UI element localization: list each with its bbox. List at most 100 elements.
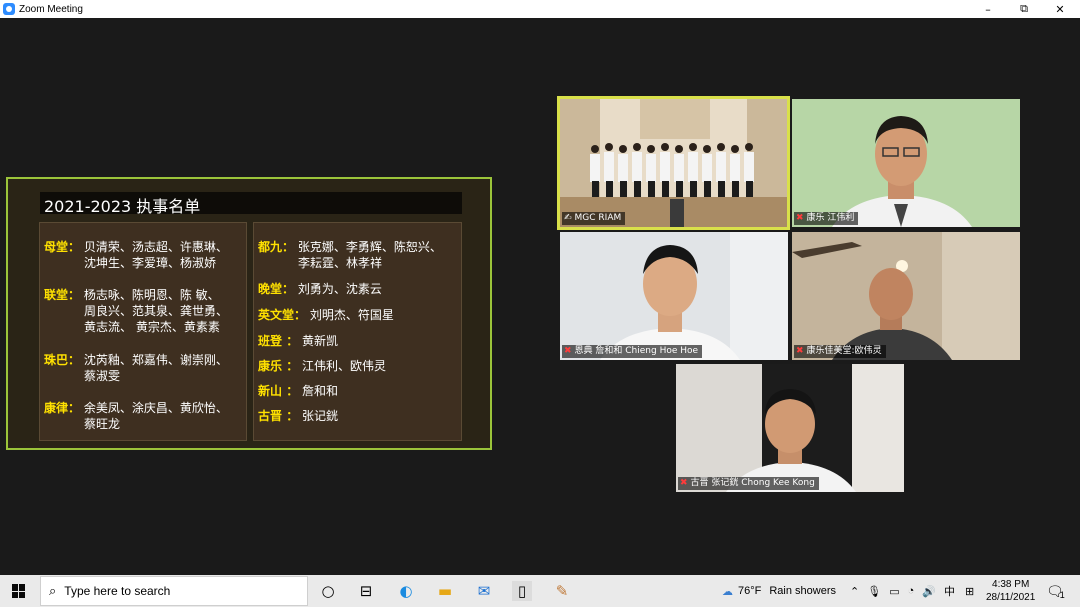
entry-line: 沈芮釉、郑嘉伟、谢崇刚、: [83, 353, 228, 367]
microphone-icon[interactable]: 🎙: [867, 585, 881, 598]
file-explorer-icon[interactable]: ▬: [435, 581, 455, 601]
shared-slide: 2021-2023 执事名单 母堂： 贝清荣、汤志超、许惠琳、 沈坤生、李爱璋、…: [6, 177, 492, 450]
video-tile-participant-3[interactable]: ✖ 恩典 詹和和 Chieng Hoe Hoe: [560, 232, 788, 360]
entry-sep: ：: [282, 359, 299, 373]
video-feed-person: [676, 364, 904, 492]
slide-heading-bar: 2021-2023 执事名单: [40, 192, 462, 216]
entry-key: 英文堂: [258, 308, 295, 322]
close-button[interactable]: ✕: [1042, 0, 1078, 18]
paint-icon[interactable]: ✎: [552, 581, 572, 601]
volume-icon[interactable]: 🔊: [922, 585, 936, 598]
search-placeholder: Type here to search: [64, 584, 171, 598]
entry-line: 黄新凯: [302, 334, 339, 348]
entry-sep: ：: [282, 282, 295, 296]
ime-indicator[interactable]: 中: [944, 583, 955, 599]
notepad-icon[interactable]: ▯: [512, 581, 532, 601]
taskbar-search-box[interactable]: ⌕ Type here to search: [40, 576, 308, 606]
zoom-logo-icon: [3, 3, 15, 15]
entry-key: 康乐: [258, 359, 283, 373]
entry-line: 黄志流、 黄宗杰、黄素素: [84, 320, 220, 334]
entry-key: 联堂: [44, 288, 69, 302]
participant-name: 恩典 詹和和 Chieng Hoe Hoe: [574, 346, 699, 356]
slide-entry: 联堂： 杨志咏、陈明恩、陈 敏、 周良兴、范其泉、龚世勇、 黄志流、 黄宗杰、黄…: [44, 287, 228, 335]
slide-entry: 珠巴： 沈芮釉、郑嘉伟、谢崇刚、 蔡淑雯: [44, 352, 228, 384]
slide-entry: 古晋 ： 张记銧: [258, 408, 338, 424]
search-icon: ⌕: [49, 583, 57, 599]
entry-key: 班登: [258, 334, 283, 348]
video-feed-person: [792, 232, 1020, 360]
weather-widget[interactable]: ☁ 76°F Rain showers: [722, 575, 836, 607]
participant-name: 古晋 张记銧 Chong Kee Kong: [690, 478, 815, 488]
clock-time: 4:38 PM: [992, 579, 1030, 590]
entry-line: 周良兴、范其泉、龚世勇、: [84, 304, 229, 318]
entry-key: 母堂: [44, 240, 69, 254]
slide-heading: 2021-2023 执事名单: [44, 197, 201, 216]
video-tile-participant-4[interactable]: ✖ 康乐佳美堂:欧伟灵: [792, 232, 1020, 360]
entry-line: 詹和和: [302, 384, 339, 398]
minimize-button[interactable]: –: [970, 0, 1006, 18]
mail-icon[interactable]: ✉: [474, 581, 494, 601]
keyboard-icon[interactable]: ⊞: [965, 585, 974, 598]
weather-text: Rain showers: [769, 585, 836, 597]
slide-left-column: 母堂： 贝清荣、汤志超、许惠琳、 沈坤生、李爱璋、杨淑娇 联堂： 杨志咏、陈明恩…: [39, 222, 247, 441]
entry-sep: ：: [282, 409, 299, 423]
muted-mic-icon: ✖: [796, 346, 804, 356]
entry-line: 蔡淑雯: [84, 369, 121, 383]
entry-line: 贝清荣、汤志超、许惠琳、: [83, 240, 228, 254]
chevron-up-icon[interactable]: ⌃: [850, 585, 859, 598]
entry-sep: ：: [68, 353, 81, 367]
edge-browser-icon[interactable]: ◐: [396, 581, 416, 601]
restore-button[interactable]: ⧉: [1006, 0, 1042, 18]
window-title: Zoom Meeting: [19, 3, 83, 15]
participant-name: 康乐佳美堂:欧伟灵: [806, 346, 882, 356]
participant-name-label: ✖ 康乐佳美堂:欧伟灵: [794, 345, 886, 358]
windows-logo-icon: [12, 584, 26, 598]
wifi-icon[interactable]: ◔: [908, 585, 915, 597]
participant-name: MGC RIAM: [574, 213, 622, 223]
video-tile-participant-5[interactable]: ✖ 古晋 张记銧 Chong Kee Kong: [676, 364, 904, 492]
pin-icon: ✍: [564, 213, 572, 223]
entry-sep: ：: [68, 240, 81, 254]
participant-name-label: ✖ 康乐 江伟利: [794, 212, 859, 225]
participant-name: 康乐 江伟利: [806, 213, 855, 223]
entry-key: 康律: [44, 401, 69, 415]
notification-count: 1: [1059, 590, 1065, 600]
entry-line: 沈坤生、李爱璋、杨淑娇: [84, 256, 217, 270]
clock-date: 28/11/2021: [986, 592, 1036, 603]
weather-temp: 76°F: [738, 585, 762, 597]
slide-right-column: 都九： 张克娜、李勇辉、陈恕兴、 李耘霆、林孝祥 晚堂： 刘勇为、沈素云 英文堂…: [253, 222, 462, 441]
cortana-icon[interactable]: ○: [318, 581, 338, 601]
participant-name-label: ✖ 恩典 詹和和 Chieng Hoe Hoe: [562, 345, 703, 358]
entry-line: 张记銧: [302, 409, 339, 423]
video-tile-participant-2[interactable]: ✖ 康乐 江伟利: [792, 99, 1020, 227]
clock[interactable]: 4:38 PM 28/11/2021: [986, 575, 1035, 607]
slide-entry: 母堂： 贝清荣、汤志超、许惠琳、 沈坤生、李爱璋、杨淑娇: [44, 239, 228, 271]
battery-icon[interactable]: ▭: [889, 585, 899, 598]
slide-entry: 班登 ： 黄新凯: [258, 333, 338, 349]
entry-sep: ：: [294, 308, 307, 322]
entry-line: 刘明杰、符国星: [309, 308, 394, 322]
entry-line: 江伟利、欧伟灵: [302, 359, 387, 373]
video-tile-mgc-riam[interactable]: ✍ MGC RIAM: [557, 96, 790, 230]
entry-key: 古晋: [258, 409, 283, 423]
muted-mic-icon: ✖: [680, 478, 688, 488]
video-feed-person: [560, 232, 788, 360]
muted-mic-icon: ✖: [796, 213, 804, 223]
entry-line: 蔡旺龙: [84, 417, 121, 431]
entry-sep: ：: [282, 240, 295, 254]
system-tray: ⌃ 🎙 ▭ ◔ 🔊 中 ⊞: [850, 575, 974, 607]
video-feed-person: [792, 99, 1020, 227]
entry-key: 都九: [258, 240, 283, 254]
start-button[interactable]: [0, 575, 38, 607]
entry-line: 刘勇为、沈素云: [297, 282, 382, 296]
title-bar: Zoom Meeting: [0, 0, 1080, 18]
entry-line: 余美凤、涂庆昌、黄欣怡、: [83, 401, 228, 415]
weather-icon: ☁: [722, 585, 733, 598]
task-view-icon[interactable]: ⊟: [356, 581, 376, 601]
entry-sep: ：: [68, 401, 81, 415]
notification-center-button[interactable]: 🗨 1: [1046, 575, 1065, 607]
video-feed-group: [560, 99, 787, 227]
participant-name-label: ✍ MGC RIAM: [562, 212, 626, 225]
entry-sep: ：: [68, 288, 81, 302]
entry-line: 杨志咏、陈明恩、陈 敏、: [83, 288, 220, 302]
